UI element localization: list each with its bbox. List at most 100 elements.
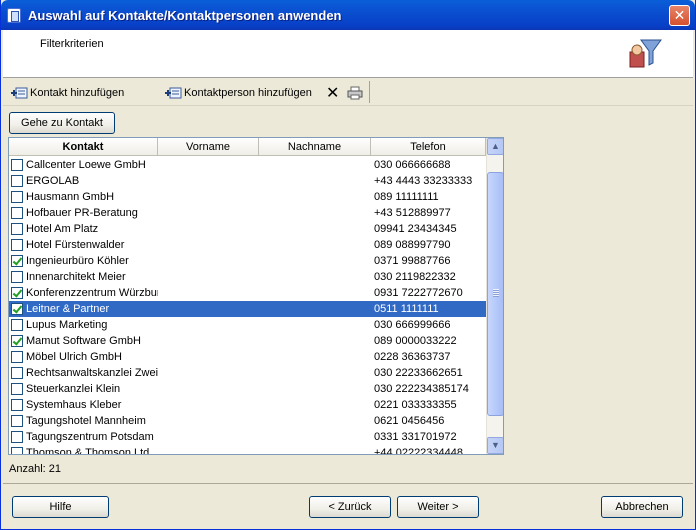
table-row[interactable]: Hotel Am Platz 09941 23434345 [9,221,486,237]
row-checkbox[interactable] [11,207,23,219]
table-row[interactable]: Mamut Software GmbH 089 0000033222 [9,333,486,349]
cell-kontakt: Konferenzzentrum Würzburg [26,287,158,299]
add-person-icon [165,87,182,99]
cell-telefon: 089 088997790 [374,239,451,251]
table-row[interactable]: Innenarchitekt Meier 030 2119822332 [9,269,486,285]
row-checkbox[interactable] [11,255,23,267]
filter-person-icon[interactable] [629,39,663,69]
cell-kontakt: Systemhaus Kleber [26,399,122,411]
column-header-vorname[interactable]: Vorname [158,138,259,156]
help-button[interactable]: Hilfe [12,496,109,518]
scroll-down-icon[interactable]: ▼ [487,437,503,454]
grid-header: Kontakt Vorname Nachname Telefon [9,138,486,156]
table-row[interactable]: Callcenter Loewe GmbH 030 066666688 [9,157,486,173]
table-row[interactable]: Hausmann GmbH 089 11111111 [9,189,486,205]
back-button[interactable]: < Zurück [309,496,391,518]
delete-button[interactable]: ✕ [326,84,339,102]
row-checkbox[interactable] [11,447,23,454]
row-checkbox[interactable] [11,191,23,203]
cell-kontakt: Steuerkanzlei Klein [26,383,121,395]
row-checkbox[interactable] [11,383,23,395]
cell-kontakt: Lupus Marketing [26,319,108,331]
row-checkbox[interactable] [11,415,23,427]
cancel-label: Abbrechen [615,501,669,513]
row-checkbox[interactable] [11,223,23,235]
table-row[interactable]: ERGOLAB +43 4443 33233333 [9,173,486,189]
cell-telefon: +43 4443 33233333 [374,175,473,187]
button-bar: Hilfe < Zurück Weiter > Abbrechen [3,483,693,528]
goto-contact-button[interactable]: Gehe zu Kontakt [9,112,115,134]
row-checkbox[interactable] [11,287,23,299]
cell-telefon: 0331 331701972 [374,431,457,443]
cell-telefon: 030 22233662651 [374,367,463,379]
back-label: < Zurück [328,501,372,513]
scroll-thumb[interactable] [487,172,503,416]
contact-grid[interactable]: Kontakt Vorname Nachname Telefon Callcen… [8,137,504,455]
cell-telefon: 0621 0456456 [374,415,445,427]
table-row[interactable]: Ingenieurbüro Köhler 0371 99887766 [9,253,486,269]
cell-telefon: 0221 033333355 [374,399,457,411]
column-header-telefon[interactable]: Telefon [371,138,486,156]
row-checkbox[interactable] [11,319,23,331]
row-checkbox[interactable] [11,351,23,363]
row-checkbox[interactable] [11,399,23,411]
column-header-nachname[interactable]: Nachname [259,138,371,156]
toolbar-separator [369,81,370,103]
table-row[interactable]: Systemhaus Kleber 0221 033333355 [9,397,486,413]
printer-icon [347,86,363,100]
cell-kontakt: Innenarchitekt Meier [26,271,126,283]
cell-kontakt: Leitner & Partner [26,303,110,315]
close-icon: ✕ [673,7,686,23]
cell-telefon: 089 0000033222 [374,335,457,347]
print-button[interactable] [347,84,363,102]
table-row[interactable]: Hofbauer PR-Beratung +43 512889977 [9,205,486,221]
table-row[interactable]: Tagungshotel Mannheim 0621 0456456 [9,413,486,429]
scroll-up-icon[interactable]: ▲ [487,138,503,155]
cell-kontakt: Callcenter Loewe GmbH [26,159,146,171]
table-row[interactable]: Hotel Fürstenwalder 089 088997790 [9,237,486,253]
cell-kontakt: Hotel Am Platz [26,223,99,235]
cell-kontakt: Möbel Ulrich GmbH [26,351,122,363]
vertical-scrollbar[interactable]: ▲ ▼ [486,138,503,454]
cell-telefon: 030 222234385174 [374,383,469,395]
title-bar[interactable]: Auswahl auf Kontakte/Kontaktpersonen anw… [1,0,695,30]
row-checkbox[interactable] [11,367,23,379]
cell-telefon: 0228 36363737 [374,351,451,363]
add-contact-button[interactable]: Kontakt hinzufügen [11,84,124,102]
table-row[interactable]: Tagungszentrum Potsdam 0331 331701972 [9,429,486,445]
table-row[interactable]: Lupus Marketing 030 666999666 [9,317,486,333]
cell-kontakt: Hofbauer PR-Beratung [26,207,138,219]
close-button[interactable]: ✕ [669,5,690,26]
table-row[interactable]: Leitner & Partner 0511 1111111 [9,301,486,317]
row-checkbox[interactable] [11,335,23,347]
row-checkbox[interactable] [11,303,23,315]
row-checkbox[interactable] [11,431,23,443]
next-button[interactable]: Weiter > [397,496,479,518]
add-contact-label: Kontakt hinzufügen [30,87,125,99]
table-row[interactable]: Steuerkanzlei Klein 030 222234385174 [9,381,486,397]
add-contact-icon [11,87,28,99]
toolbar: Kontakt hinzufügen Kontaktperson hinzufü… [3,78,693,106]
cell-telefon: 030 066666688 [374,159,451,171]
row-checkbox[interactable] [11,175,23,187]
cancel-button[interactable]: Abbrechen [601,496,683,518]
cell-telefon: 030 2119822332 [374,271,456,283]
row-checkbox[interactable] [11,271,23,283]
app-icon [7,8,21,23]
cell-kontakt: Thomson & Thomson Ltd [26,447,150,455]
row-checkbox[interactable] [11,239,23,251]
add-person-button[interactable]: Kontaktperson hinzufügen [165,84,312,102]
row-checkbox[interactable] [11,159,23,171]
cell-telefon: 09941 23434345 [374,223,457,235]
cell-kontakt: Ingenieurbüro Köhler [26,255,129,267]
column-header-kontakt[interactable]: Kontakt [9,138,158,156]
table-row[interactable]: Rechtsanwaltskanzlei Zweig 030 2223366265… [9,365,486,381]
table-row[interactable]: Thomson & Thomson Ltd +44 02222334448 [9,445,486,455]
table-row[interactable]: Konferenzzentrum Würzburg 0931 7222772670 [9,285,486,301]
header-area: Filterkriterien [3,30,693,78]
table-row[interactable]: Möbel Ulrich GmbH 0228 36363737 [9,349,486,365]
cell-telefon: 030 666999666 [374,319,451,331]
cell-telefon: 0931 7222772670 [374,287,463,299]
help-label: Hilfe [49,501,72,513]
scroll-grip-icon [493,289,499,297]
